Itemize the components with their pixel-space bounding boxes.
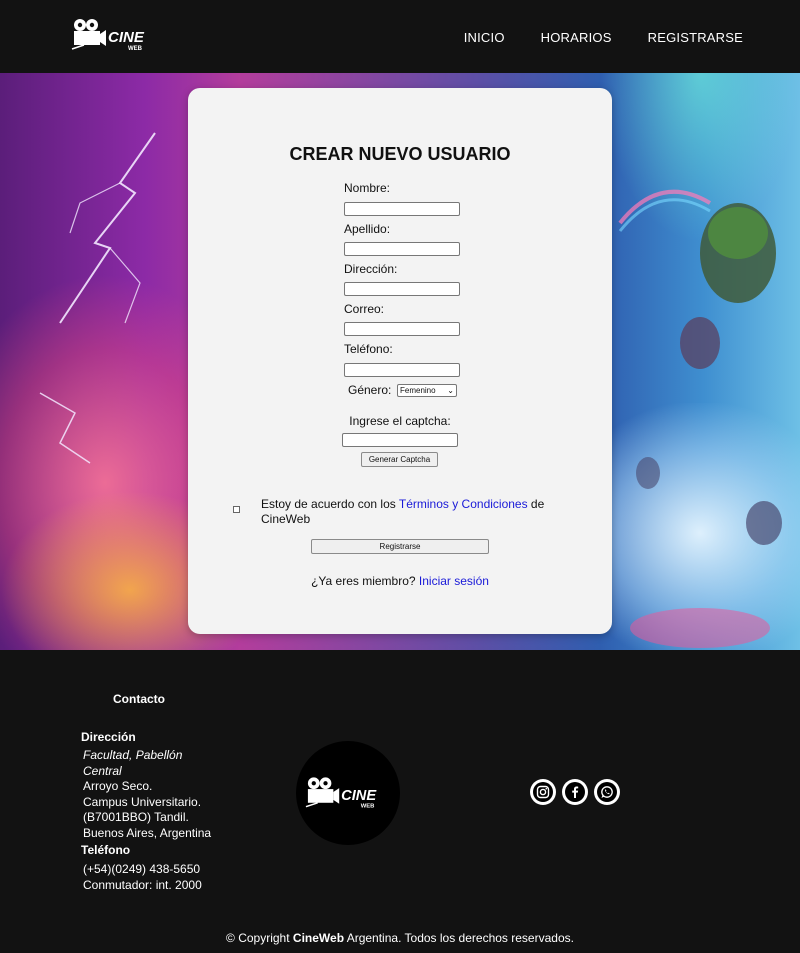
social-links [530,779,620,805]
copyright-suffix: Argentina. Todos los derechos reservados… [344,931,574,945]
logo-text: CINE [108,29,145,46]
login-link[interactable]: Iniciar sesión [419,574,489,588]
register-button[interactable]: Registrarse [311,539,489,554]
site-logo[interactable]: CINE WEB [70,17,160,53]
telefono-heading: Teléfono [81,843,131,857]
nombre-input[interactable] [344,202,460,216]
genero-select[interactable]: Femenino ⌄ [397,384,457,397]
captcha-label: Ingrese el captcha: [349,414,451,428]
nav-inicio[interactable]: INICIO [464,30,505,45]
terms-link[interactable]: Términos y Condiciones [399,497,528,511]
footer-logo: CINE WEB [296,741,400,845]
telefono-input[interactable] [344,363,460,377]
whatsapp-icon[interactable] [594,779,620,805]
member-text: ¿Ya eres miembro? Iniciar sesión [188,574,612,588]
copyright: © Copyright CineWeb Argentina. Todos los… [0,931,800,945]
nav-registrarse[interactable]: REGISTRARSE [648,30,743,45]
footer-logo-subtext: WEB [361,804,375,810]
copyright-prefix: © Copyright [226,931,293,945]
correo-input[interactable] [344,322,460,336]
telefono-label: Teléfono: [344,342,393,356]
member-prompt: ¿Ya eres miembro? [311,574,419,588]
nombre-label: Nombre: [344,181,391,195]
logo-subtext: WEB [128,46,143,52]
chevron-down-icon: ⌄ [447,386,454,395]
address-italic: Facultad, Pabellón Central [83,748,183,778]
address-line: (B7001BBO) Tandil. [83,810,189,824]
main-nav: INICIO HORARIOS REGISTRARSE [464,30,743,45]
correo-label: Correo: [344,302,385,316]
phone-line: (+54)(0249) 438-5650 [83,862,201,876]
instagram-icon[interactable] [530,779,556,805]
direccion-label: Dirección: [344,262,398,276]
site-header: CINE WEB INICIO HORARIOS REGISTRARSE [0,0,800,73]
phone-line: Conmutador: int. 2000 [83,878,202,892]
address-block: Facultad, Pabellón Central Arroyo Seco. … [83,748,223,841]
direccion-heading: Dirección [81,730,136,744]
page-title: CREAR NUEVO USUARIO [289,144,511,164]
captcha-input[interactable] [342,433,458,447]
facebook-icon[interactable] [562,779,588,805]
apellido-label: Apellido: [344,222,391,236]
genero-label: Género: [348,383,392,397]
apellido-input[interactable] [344,242,460,256]
address-line: Arroyo Seco. [83,779,153,793]
site-footer: Contacto Dirección Facultad, Pabellón Ce… [0,650,800,953]
terms-text: Estoy de acuerdo con los Términos y Cond… [261,497,561,527]
footer-logo-text: CINE [341,788,377,804]
phone-block: (+54)(0249) 438-5650 Conmutador: int. 20… [83,861,202,893]
copyright-brand: CineWeb [292,931,345,945]
address-line: Buenos Aires, Argentina [83,825,212,840]
genero-selected: Femenino [400,386,436,395]
direccion-input[interactable] [344,282,460,296]
register-card: CREAR NUEVO USUARIO Nombre: Apellido: Di… [188,88,612,634]
terms-prefix: Estoy de acuerdo con los [261,497,399,511]
terms-checkbox[interactable] [233,506,240,513]
generate-captcha-button[interactable]: Generar Captcha [361,452,438,467]
address-line: Campus Universitario. [83,794,202,809]
contacto-heading: Contacto [113,692,165,706]
nav-horarios[interactable]: HORARIOS [541,30,612,45]
